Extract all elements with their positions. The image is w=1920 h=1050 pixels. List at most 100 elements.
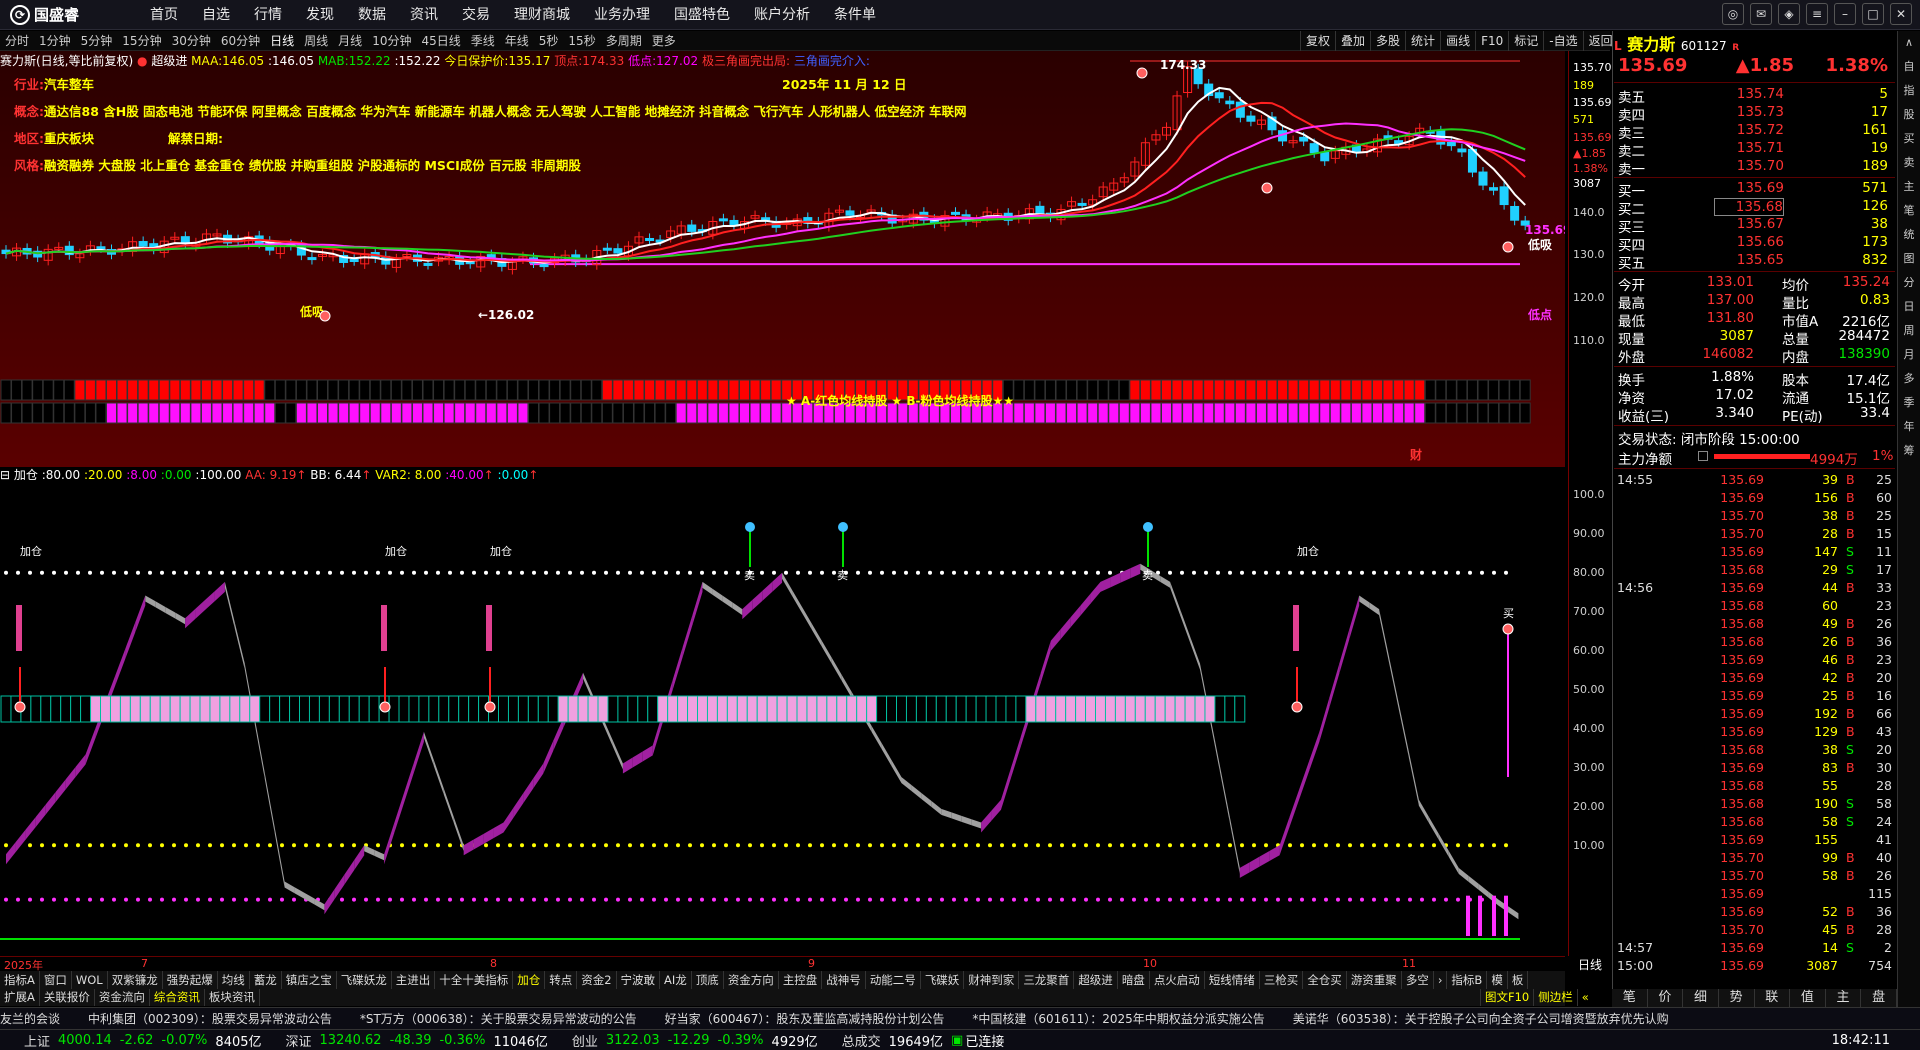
info-tab-2[interactable]: 资金流向 [95,989,150,1006]
side-icon-14[interactable]: 多 [1898,367,1920,391]
menu-item-0[interactable]: 首页 [138,0,190,30]
sub-indicator-chart[interactable]: 加仓 加仓 加仓 加仓卖卖卖买 [0,466,1565,956]
period-14[interactable]: 15秒 [563,32,600,49]
period-2[interactable]: 5分钟 [76,32,118,49]
period-label[interactable]: 日线 [1570,956,1610,972]
bid-row[interactable]: 买四 135.66 173 [1614,234,1895,254]
menu-item-11[interactable]: 条件单 [822,0,888,30]
quote-tab-7[interactable]: 盘 [1861,989,1897,1007]
quote-tab-2[interactable]: 细 [1683,989,1719,1007]
indicator-tab-16[interactable]: 顶底 [692,971,724,989]
indicator-tab-5[interactable]: 均线 [218,971,250,989]
indicator-tab-26[interactable]: 点火启动 [1150,971,1205,989]
menu-item-3[interactable]: 发现 [294,0,346,30]
side-icon-1[interactable]: 自 [1898,55,1920,79]
side-icon-10[interactable]: 分 [1898,271,1920,295]
chart-tool-6[interactable]: 标记 [1508,31,1543,51]
ask-row[interactable]: 卖四 135.73 17 [1614,104,1895,124]
period-1[interactable]: 1分钟 [34,32,76,49]
indicator-tab-30[interactable]: 游资重聚 [1347,971,1402,989]
indicator-tab-1[interactable]: 窗口 [40,971,72,989]
bid-row[interactable]: 买二 135.68 126 [1614,198,1895,218]
indicator-tab-20[interactable]: 动能二号 [866,971,921,989]
news-item[interactable]: *中国核建（601611）：2025年中期权益分派实施公告 [972,1010,1264,1027]
quote-stock-name[interactable]: 赛力斯 [1627,35,1675,54]
ask-row[interactable]: 卖二 135.71 19 [1614,140,1895,160]
quote-tab-3[interactable]: 势 [1719,989,1755,1007]
side-icon-3[interactable]: 股 [1898,103,1920,127]
indicator-tab-10[interactable]: 十全十美指标 [435,971,514,989]
info-right-tab-2[interactable]: « [1576,989,1593,1006]
indicator-tab-35[interactable]: 板 [1508,971,1529,989]
news-item[interactable]: *ST万方（000638）：关于股票交易异常波动的公告 [360,1010,637,1027]
indicator-tab-15[interactable]: AI龙 [660,971,692,989]
news-item[interactable]: 美诺华（603538）：关于控股子公司向全资子公司增资暨放弃优先认购 [1293,1010,1669,1027]
indicator-name[interactable]: 超级进 [151,54,187,68]
chart-tool-7[interactable]: -自选 [1543,31,1582,51]
sub-collapse-icon[interactable]: ⊟ [0,468,10,482]
period-15[interactable]: 多周期 [601,32,647,49]
period-16[interactable]: 更多 [647,32,681,49]
quote-tab-0[interactable]: 笔 [1612,989,1648,1007]
side-icon-2[interactable]: 指 [1898,79,1920,103]
bid-row[interactable]: 买五 135.65 832 [1614,252,1895,272]
info-tab-3[interactable]: 综合资讯 [150,989,205,1006]
side-icon-4[interactable]: 买 [1898,127,1920,151]
menu-item-8[interactable]: 业务办理 [582,0,662,30]
minimize-icon[interactable]: – [1834,3,1856,25]
indicator-tab-8[interactable]: 飞碟妖龙 [337,971,392,989]
ask-row[interactable]: 卖五 135.74 5 [1614,86,1895,106]
chart-tool-3[interactable]: 统计 [1405,31,1440,51]
indicator-tab-17[interactable]: 资金方向 [724,971,779,989]
period-7[interactable]: 周线 [299,32,333,49]
info-right-tab-0[interactable]: 图文F10 [1480,989,1533,1006]
sub-indicator-name[interactable]: 加仓 [14,468,38,482]
menu-item-6[interactable]: 交易 [450,0,502,30]
menu-icon[interactable]: ≡ [1806,3,1828,25]
info-tab-0[interactable]: 扩展A [0,989,40,1006]
menu-item-5[interactable]: 资讯 [398,0,450,30]
period-8[interactable]: 月线 [333,32,367,49]
quote-tab-1[interactable]: 价 [1648,989,1684,1007]
indicator-tab-2[interactable]: WOL [72,971,108,989]
indicator-tab-9[interactable]: 主进出 [392,971,436,989]
chart-tool-2[interactable]: 多股 [1370,31,1405,51]
indicator-tab-0[interactable]: 指标A [0,971,40,989]
info-tab-4[interactable]: 板块资讯 [205,989,260,1006]
main-net-toggle-icon[interactable] [1698,451,1708,461]
period-0[interactable]: 分时 [0,32,34,49]
indicator-tab-33[interactable]: 指标B [1447,971,1488,989]
news-item[interactable]: 友兰的会谈 [0,1010,60,1027]
indicator-tab-4[interactable]: 强势起爆 [163,971,218,989]
indicator-tab-3[interactable]: 双紫镰龙 [108,971,163,989]
indicator-tab-23[interactable]: 三龙聚首 [1019,971,1075,989]
indicator-tab-12[interactable]: 转点 [545,971,578,989]
skin-icon[interactable]: ◈ [1778,3,1800,25]
indicator-tab-14[interactable]: 宁波敢 [617,971,661,989]
message-icon[interactable]: ✉ [1750,3,1772,25]
menu-item-10[interactable]: 账户分析 [742,0,822,30]
quote-tab-4[interactable]: 联 [1755,989,1791,1007]
info-tab-1[interactable]: 关联报价 [40,989,95,1006]
period-11[interactable]: 季线 [466,32,500,49]
indicator-tab-32[interactable]: › [1434,971,1448,989]
side-icon-11[interactable]: 日 [1898,295,1920,319]
indicator-tab-11[interactable]: 加仓 [513,971,546,989]
indicator-tab-18[interactable]: 主控盘 [779,971,823,989]
period-10[interactable]: 45日线 [416,32,465,49]
side-icon-7[interactable]: 笔 [1898,199,1920,223]
news-item[interactable]: 好当家（600467）：股东及董监高减持股份计划公告 [665,1010,945,1027]
side-icon-8[interactable]: 统 [1898,223,1920,247]
indicator-tab-25[interactable]: 暗盘 [1118,971,1150,989]
side-icon-9[interactable]: 图 [1898,247,1920,271]
indicator-tab-27[interactable]: 短线情绪 [1205,971,1260,989]
period-4[interactable]: 30分钟 [167,32,216,49]
menu-item-9[interactable]: 国盛特色 [662,0,742,30]
indicator-tab-13[interactable]: 资金2 [577,971,617,989]
period-9[interactable]: 10分钟 [367,32,416,49]
chart-tool-5[interactable]: F10 [1475,31,1508,51]
menu-item-7[interactable]: 理财商城 [502,0,582,30]
indicator-tab-6[interactable]: 蓄龙 [250,971,282,989]
quote-tab-6[interactable]: 主 [1826,989,1862,1007]
side-icon-0[interactable]: ∧ [1898,31,1920,55]
